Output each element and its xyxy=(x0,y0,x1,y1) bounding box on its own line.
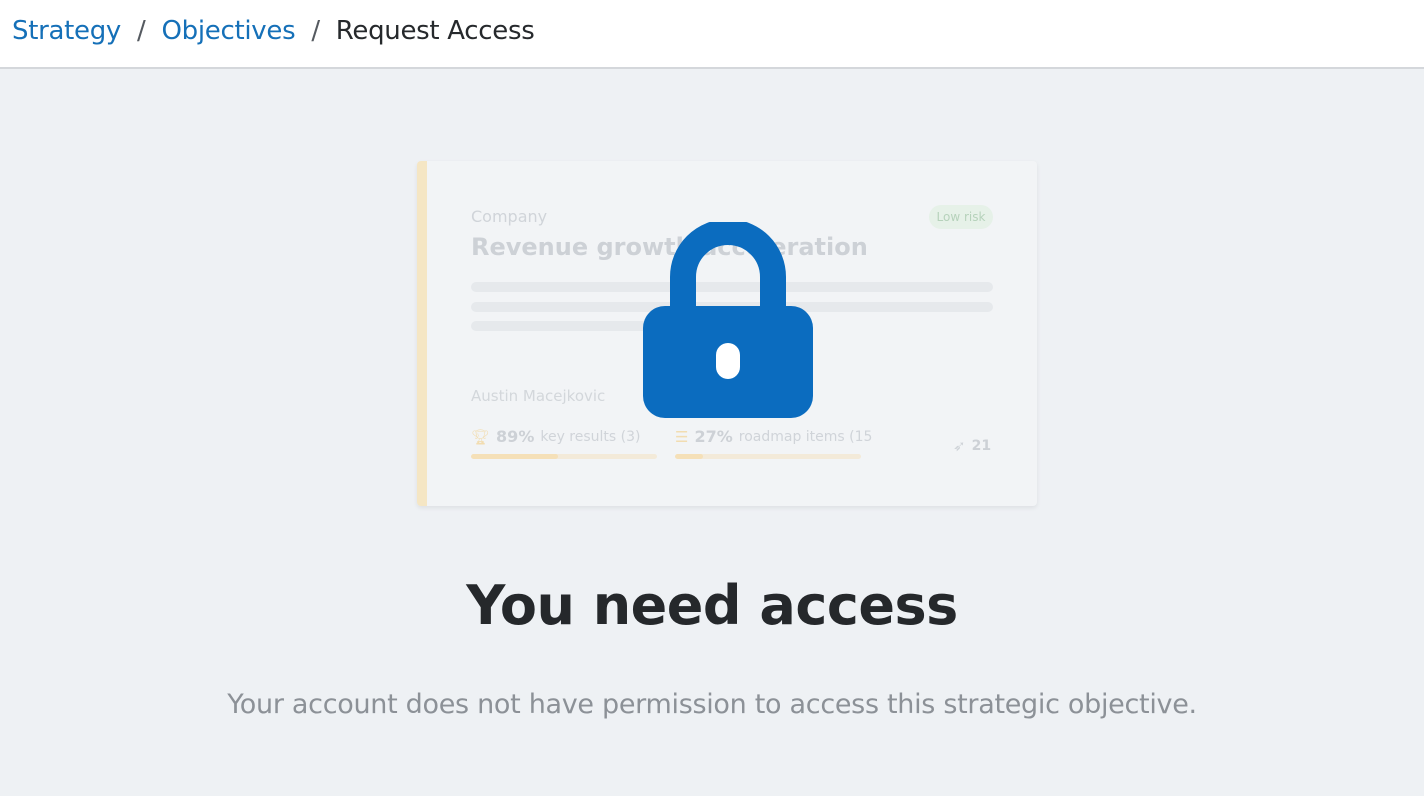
breadcrumb-separator: / xyxy=(311,16,320,46)
breadcrumb-link-objectives[interactable]: Objectives xyxy=(161,13,295,49)
access-message: Your account does not have permission to… xyxy=(227,689,1197,720)
key-results-label: key results (3) xyxy=(540,428,641,445)
roadmap-progress-fill xyxy=(675,454,703,459)
breadcrumb-link-strategy[interactable]: Strategy xyxy=(12,13,121,49)
roadmap-metric: ☰ 27% roadmap items (15 xyxy=(675,427,872,446)
card-category: Company xyxy=(471,207,548,226)
card-accent-bar xyxy=(417,161,427,506)
breadcrumb-current-page: Request Access xyxy=(335,16,535,46)
key-results-progress-fill xyxy=(471,454,559,459)
trophy-icon: 🏆︎ xyxy=(471,427,491,446)
breadcrumb-separator: / xyxy=(137,16,146,46)
item-count: ➶ 21 xyxy=(953,437,991,455)
lock-icon xyxy=(643,222,813,418)
access-heading: You need access xyxy=(466,574,958,637)
key-results-percent: 89% xyxy=(496,427,535,446)
card-owner: Austin Macejkovic xyxy=(471,387,606,405)
risk-badge: Low risk xyxy=(929,205,993,229)
roadmap-progress xyxy=(675,454,861,459)
breadcrumb: Strategy / Objectives / Request Access xyxy=(12,13,535,49)
key-results-progress xyxy=(471,454,657,459)
top-bar: Strategy / Objectives / Request Access xyxy=(0,0,1424,69)
roadmap-percent: 27% xyxy=(694,427,733,446)
roadmap-label: roadmap items (15 xyxy=(738,428,873,445)
item-count-value: 21 xyxy=(971,438,992,454)
rocket-icon: ➶ xyxy=(953,437,966,455)
placeholder-line xyxy=(471,321,671,331)
key-results-metric: 🏆︎ 89% key results (3) xyxy=(471,427,640,446)
list-icon: ☰ xyxy=(675,427,689,446)
